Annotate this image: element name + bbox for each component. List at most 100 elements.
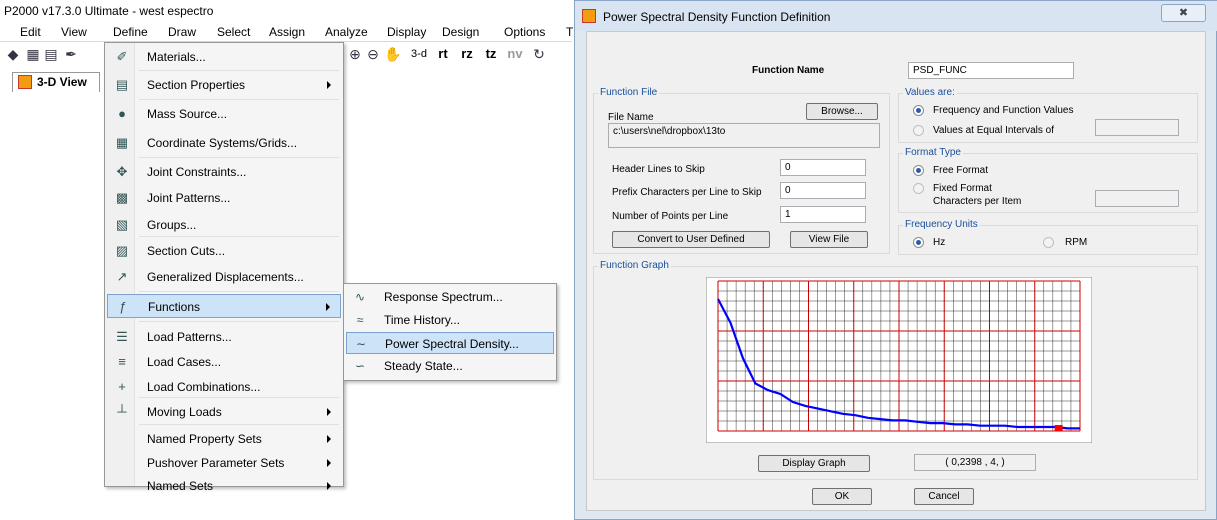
define-menu-item[interactable]: ☰ Load Patterns... [107,325,341,349]
tab-3d-view[interactable]: 3-D View [12,72,100,92]
view-nv-button[interactable]: nv [506,45,524,63]
section-properties-icon: ▤ [115,77,129,92]
points-per-line-input[interactable]: 1 [780,206,866,223]
define-menu-item[interactable]: ┴ Moving Loads [107,400,341,424]
define-menu-item[interactable]: ▦ Coordinate Systems/Grids... [107,131,341,155]
menu-separator [139,424,339,425]
submenu-arrow-icon [326,303,330,311]
define-menu-item[interactable]: ▩ Joint Patterns... [107,186,341,210]
print-icon[interactable]: ▤ [42,45,60,63]
define-menu-item[interactable]: + Load Combinations... [107,375,341,399]
define-menu-item[interactable]: ▤ Section Properties [107,73,341,97]
view-rt-button[interactable]: rt [434,45,452,63]
menu-draw[interactable]: Draw [168,25,196,39]
define-menu-item[interactable]: ✐ Materials... [107,45,341,69]
view-tz-button[interactable]: tz [482,45,500,63]
define-menu-item[interactable]: ● Mass Source... [107,102,341,126]
graph-cursor-marker [1054,425,1063,431]
pointer-icon[interactable]: ◆ [4,45,22,63]
define-menu-item-label: Load Patterns... [147,330,232,344]
file-path-field: c:\users\nel\dropbox\13to [608,123,880,148]
menu-analyze[interactable]: Analyze [325,25,368,39]
define-menu-item-label: Generalized Displacements... [147,270,304,284]
hz-radio[interactable] [913,237,924,248]
steady-state-icon: ∽ [354,359,366,373]
hz-label: Hz [933,237,946,248]
frequency-units-title: Frequency Units [903,219,980,230]
menu-design[interactable]: Design [442,25,479,39]
display-graph-button[interactable]: Display Graph [758,455,870,472]
sap-view-icon [18,75,32,89]
main-window: P2000 v17.3.0 Ultimate - west espectro E… [0,0,573,520]
functions-submenu-item[interactable]: ∽ Steady State... [346,355,554,377]
menu-display[interactable]: Display [387,25,426,39]
equal-intervals-input[interactable] [1095,119,1179,136]
menu-select[interactable]: Select [217,25,250,39]
define-menu-item[interactable]: Pushover Parameter Sets [107,451,341,475]
convert-to-user-defined-button[interactable]: Convert to User Defined [612,231,770,248]
free-format-radio[interactable] [913,165,924,176]
function-file-title: Function File [598,87,660,98]
submenu-arrow-icon [327,435,331,443]
psd-dialog: Power Spectral Density Function Definiti… [574,0,1217,520]
menu-define[interactable]: Define [113,25,148,39]
time-history-icon: ≈ [356,313,364,327]
freq-function-radio[interactable] [913,105,924,116]
chars-per-item-input[interactable] [1095,190,1179,207]
pan-icon[interactable]: ✋ [384,45,402,63]
menu-options[interactable]: Options [504,25,545,39]
define-menu-item-label: Joint Patterns... [147,191,231,205]
define-menu-item[interactable]: Named Sets [107,474,341,498]
define-menu-item[interactable]: ≡ Load Cases... [107,350,341,374]
zoom-out-icon[interactable]: ⊖ [364,45,382,63]
define-menu-item-label: Joint Constraints... [147,165,247,179]
prefix-chars-input[interactable]: 0 [780,182,866,199]
define-menu-item[interactable]: ↗ Generalized Displacements... [107,265,341,289]
define-menu-item[interactable]: ✥ Joint Constraints... [107,160,341,184]
app-title: P2000 v17.3.0 Ultimate - west espectro [0,0,572,22]
define-menu-item-label: Named Sets [147,479,214,493]
define-menu-item[interactable]: ƒ Functions [107,294,341,318]
function-name-input[interactable]: PSD_FUNC [908,62,1074,79]
define-menu-item-label: Moving Loads [147,405,222,419]
rotate-icon[interactable]: ↻ [530,45,548,63]
menu-assign[interactable]: Assign [269,25,305,39]
menu-edit[interactable]: Edit [20,25,41,39]
menu-bar: Edit View Define Draw Select Assign Anal… [0,22,573,42]
cancel-button[interactable]: Cancel [914,488,974,505]
define-menu-item-label: Pushover Parameter Sets [147,456,285,470]
equal-intervals-radio[interactable] [913,125,924,136]
define-menu-item[interactable]: Named Property Sets [107,427,341,451]
browse-button[interactable]: Browse... [806,103,878,120]
rpm-radio[interactable] [1043,237,1054,248]
functions-submenu-item-label: Response Spectrum... [384,290,503,304]
define-menu-item-label: Load Cases... [147,355,222,369]
close-button[interactable]: ✖ [1161,4,1206,22]
functions-submenu-item-label: Time History... [384,313,461,327]
functions-submenu-item[interactable]: ≈ Time History... [346,309,554,331]
menu-view[interactable]: View [61,25,87,39]
functions-submenu-item[interactable]: ∼ Power Spectral Density... [346,332,554,354]
functions-submenu-item[interactable]: ∿ Response Spectrum... [346,286,554,308]
freq-function-label: Frequency and Function Values [933,105,1074,116]
view-3d-button[interactable]: 3-d [406,45,432,63]
define-menu-item-label: Section Properties [147,78,246,92]
header-lines-input[interactable]: 0 [780,159,866,176]
dialog-title: Power Spectral Density Function Definiti… [603,10,831,24]
menu-tools[interactable]: T [566,25,573,39]
menu-separator [139,70,339,71]
view-rz-button[interactable]: rz [458,45,476,63]
prefix-chars-label: Prefix Characters per Line to Skip [612,187,762,198]
view-file-button[interactable]: View File [790,231,868,248]
psd-graph [706,277,1092,443]
define-menu-item[interactable]: ▨ Section Cuts... [107,239,341,263]
define-menu-item[interactable]: ▧ Groups... [107,213,341,237]
pencil-icon[interactable]: ✒ [62,45,80,63]
define-menu-item-label: Load Combinations... [147,380,261,394]
section-cuts-icon: ▨ [115,243,129,258]
ok-button[interactable]: OK [812,488,872,505]
function-graph-title: Function Graph [598,260,671,271]
zoom-in-icon[interactable]: ⊕ [346,45,364,63]
fixed-format-radio[interactable] [913,183,924,194]
save-icon[interactable]: ▦ [24,45,42,63]
